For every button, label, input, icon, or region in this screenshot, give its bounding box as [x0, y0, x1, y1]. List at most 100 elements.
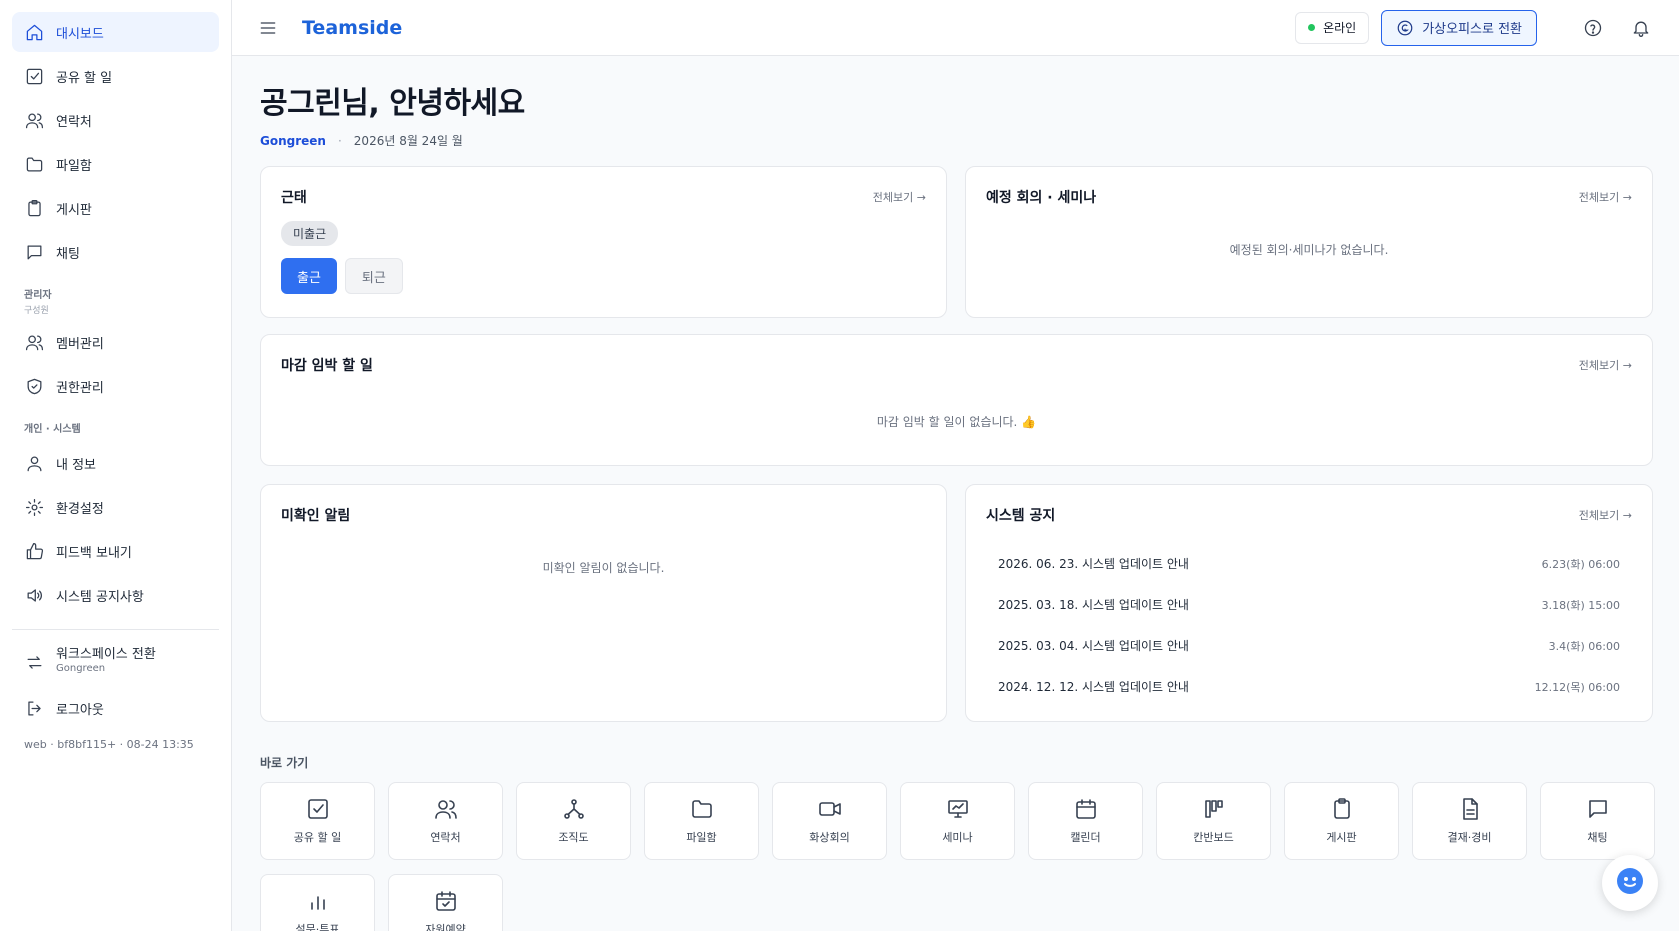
- topbar: Teamside 온라인 가상오피스로 전환: [232, 0, 1679, 56]
- video-icon: [818, 797, 842, 821]
- sidebar-item-shared-tasks[interactable]: 공유 할 일: [12, 56, 219, 96]
- shortcut-seminar[interactable]: 세미나: [900, 782, 1015, 860]
- sidebar-item-label: 권한관리: [56, 380, 104, 396]
- clipboard-icon: [24, 198, 44, 218]
- bot-face-icon: [1616, 867, 1644, 899]
- clock-out-button[interactable]: 퇴근: [344, 258, 403, 294]
- see-all-link[interactable]: 전체보기 →: [873, 189, 926, 205]
- attendance-card: 근태 전체보기 → 미출근 출근 퇴근: [260, 166, 947, 318]
- menu-icon[interactable]: [258, 18, 278, 38]
- shortcut-survey[interactable]: 설문·투표: [260, 874, 375, 931]
- see-all-link[interactable]: 전체보기 →: [1579, 507, 1632, 523]
- deadline-card: 마감 임박 할 일 전체보기 → 마감 임박 할 일이 없습니다. 👍: [260, 334, 1653, 466]
- sidebar-item-label: 파일함: [56, 158, 92, 174]
- users-icon: [24, 332, 44, 352]
- notice-title: 2024. 12. 12. 시스템 업데이트 안내: [998, 680, 1189, 694]
- virtual-office-label: 가상오피스로 전환: [1422, 22, 1522, 37]
- workspace-switch-label: 워크스페이스 전환: [56, 647, 156, 662]
- speaker-icon: [24, 585, 44, 605]
- sidebar-item-label: 시스템 공지사항: [56, 589, 144, 605]
- sidebar-item-board[interactable]: 게시판: [12, 188, 219, 228]
- shortcut-approval-expense[interactable]: 결재·경비: [1412, 782, 1527, 860]
- system-notices-card: 시스템 공지 전체보기 → 2026. 06. 23. 시스템 업데이트 안내 …: [965, 484, 1653, 722]
- shortcut-label: 칸반보드: [1193, 831, 1234, 844]
- shortcut-label: 설문·투표: [295, 923, 340, 931]
- clock-in-button[interactable]: 출근: [281, 258, 337, 294]
- sidebar-item-dashboard[interactable]: 대시보드: [12, 12, 219, 52]
- sidebar-item-contacts[interactable]: 연락처: [12, 100, 219, 140]
- shield-icon: [24, 376, 44, 396]
- shortcut-chat[interactable]: 채팅: [1540, 782, 1655, 860]
- workspace-switch-button[interactable]: 워크스페이스 전환 Gongreen: [12, 640, 219, 684]
- clipboard-icon: [1330, 797, 1354, 821]
- shortcut-label: 세미나: [942, 831, 973, 844]
- shortcut-label: 결재·경비: [1447, 831, 1492, 844]
- unread-notifications-card: 미확인 알림 미확인 알림이 없습니다.: [260, 484, 947, 722]
- shortcut-kanban[interactable]: 칸반보드: [1156, 782, 1271, 860]
- sidebar-item-settings[interactable]: 환경설정: [12, 487, 219, 527]
- shortcut-board[interactable]: 게시판: [1284, 782, 1399, 860]
- sidebar-item-announcements[interactable]: 시스템 공지사항: [12, 575, 219, 615]
- notice-time: 12.12(목) 06:00: [1534, 680, 1620, 694]
- calendar-check-icon: [434, 889, 458, 913]
- sidebar-item-chat[interactable]: 채팅: [12, 232, 219, 272]
- switch-arrows-icon: [24, 652, 44, 672]
- admin-section-label: 관리자: [24, 290, 52, 301]
- card-title: 미확인 알림: [281, 508, 351, 524]
- shortcut-shared-tasks[interactable]: 공유 할 일: [260, 782, 375, 860]
- virtual-office-icon: [1396, 19, 1414, 37]
- shortcut-label: 게시판: [1326, 831, 1357, 844]
- shortcuts-label: 바로 가기: [260, 756, 309, 770]
- sidebar-item-label: 내 정보: [56, 457, 97, 473]
- document-icon: [1458, 797, 1482, 821]
- shortcut-label: 캘린더: [1070, 831, 1101, 844]
- sidebar-item-files[interactable]: 파일함: [12, 144, 219, 184]
- shortcut-org-chart[interactable]: 조직도: [516, 782, 631, 860]
- virtual-office-button[interactable]: 가상오피스로 전환: [1381, 9, 1537, 46]
- admin-section-sub: 구성원: [24, 306, 49, 316]
- logout-button[interactable]: 로그아웃: [12, 688, 219, 728]
- card-title: 마감 임박 할 일: [281, 358, 373, 374]
- sidebar-item-label: 피드백 보내기: [56, 545, 132, 561]
- attendance-status-badge: 미출근: [281, 221, 339, 246]
- folder-icon: [690, 797, 714, 821]
- notice-row[interactable]: 2024. 12. 12. 시스템 업데이트 안내 12.12(목) 06:00: [986, 666, 1632, 707]
- org-chart-icon: [562, 797, 586, 821]
- shortcut-contacts[interactable]: 연락처: [388, 782, 503, 860]
- calendar-icon: [1074, 797, 1098, 821]
- see-all-link[interactable]: 전체보기 →: [1579, 357, 1632, 373]
- sidebar-item-feedback[interactable]: 피드백 보내기: [12, 531, 219, 571]
- meetings-card: 예정 회의 · 세미나 전체보기 → 예정된 회의·세미나가 없습니다.: [965, 166, 1653, 318]
- shortcut-resource-booking[interactable]: 자원예약: [388, 874, 503, 931]
- shortcut-video-meeting[interactable]: 화상회의: [772, 782, 887, 860]
- notice-title: 2025. 03. 18. 시스템 업데이트 안내: [998, 598, 1189, 612]
- bell-icon[interactable]: [1629, 16, 1653, 40]
- sidebar-item-label: 멤버관리: [56, 336, 104, 352]
- notice-time: 6.23(화) 06:00: [1541, 557, 1620, 571]
- shortcut-calendar[interactable]: 캘린더: [1028, 782, 1143, 860]
- sidebar-item-label: 환경설정: [56, 501, 104, 517]
- shortcut-files[interactable]: 파일함: [644, 782, 759, 860]
- shortcut-label: 파일함: [686, 831, 717, 844]
- notice-list: 2026. 06. 23. 시스템 업데이트 안내 6.23(화) 06:00 …: [986, 543, 1632, 707]
- help-icon[interactable]: [1581, 16, 1605, 40]
- checkbox-icon: [306, 797, 330, 821]
- main-content: 공그린님, 안녕하세요 Gongreen · 2026년 8월 24일 월 근태…: [260, 56, 1655, 931]
- status-badge[interactable]: 온라인: [1295, 11, 1370, 44]
- notice-time: 3.18(화) 15:00: [1541, 598, 1620, 612]
- checkbox-icon: [24, 66, 44, 86]
- shortcut-label: 자원예약: [425, 923, 466, 931]
- sidebar-item-permissions[interactable]: 권한관리: [12, 366, 219, 406]
- logout-label: 로그아웃: [56, 702, 104, 718]
- chatbot-button[interactable]: [1602, 855, 1658, 911]
- brand-logo[interactable]: Teamside: [302, 17, 402, 39]
- notice-row[interactable]: 2026. 06. 23. 시스템 업데이트 안내 6.23(화) 06:00: [986, 543, 1632, 584]
- notice-row[interactable]: 2025. 03. 04. 시스템 업데이트 안내 3.4(화) 06:00: [986, 625, 1632, 666]
- see-all-link[interactable]: 전체보기 →: [1579, 189, 1632, 205]
- sidebar-item-members[interactable]: 멤버관리: [12, 322, 219, 362]
- topbar-actions: 온라인 가상오피스로 전환: [1295, 9, 1653, 46]
- card-title: 근태: [281, 190, 307, 206]
- sidebar-item-my-info[interactable]: 내 정보: [12, 443, 219, 483]
- notice-title: 2026. 06. 23. 시스템 업데이트 안내: [998, 557, 1189, 571]
- notice-row[interactable]: 2025. 03. 18. 시스템 업데이트 안내 3.18(화) 15:00: [986, 584, 1632, 625]
